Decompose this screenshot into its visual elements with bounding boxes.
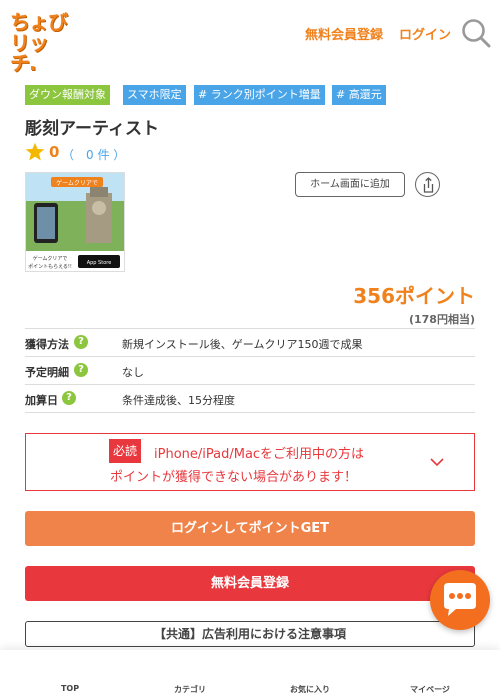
- info-label: 加算日: [25, 394, 58, 407]
- reward-points: 356ポイント (178円相当): [353, 280, 475, 327]
- nav-item-top[interactable]: TOP: [10, 650, 130, 700]
- artwork-banner: ゲームクリアで: [56, 179, 98, 187]
- logo-line-1: ちょび: [10, 10, 68, 34]
- artwork-caption-2: ポイントもらえる!!: [28, 263, 72, 270]
- app-thumbnail: ゲームクリアで ゲームクリアで ポイントもらえる!! App Store: [25, 172, 125, 272]
- info-label: 獲得方法: [25, 338, 69, 351]
- info-value: なし: [122, 366, 144, 379]
- header-login-link[interactable]: ログイン: [399, 24, 451, 43]
- notice-line-2: ポイントが獲得できない場合があります！: [110, 470, 358, 485]
- ad-usage-caution-button[interactable]: 【共通】広告利用における注意事項: [25, 621, 475, 647]
- tag-smartphone-only: スマホ限定: [123, 85, 186, 105]
- nav-item-favorites[interactable]: お気に入り: [250, 650, 370, 700]
- nav-label: TOP: [60, 684, 80, 693]
- add-to-home-button[interactable]: ホーム画面に追加: [295, 172, 405, 197]
- nav-label: お気に入り: [290, 685, 330, 694]
- site-header: ちょび リッチ. 無料会員登録 ログイン: [0, 0, 500, 73]
- info-row-acquisition: 獲得方法 ? 新規インストール後、ゲームクリア150週で成果: [25, 329, 475, 357]
- register-button[interactable]: 無料会員登録: [25, 566, 475, 601]
- notice-line-1: iPhone/iPad/Macをご利用中の方は: [154, 447, 365, 462]
- app-store-badge: App Store: [87, 260, 112, 266]
- nav-item-mypage[interactable]: マイページ: [370, 650, 490, 700]
- nav-item-category[interactable]: カテゴリ: [130, 650, 250, 700]
- chat-bubble-icon: [444, 583, 476, 616]
- nav-label: マイページ: [410, 685, 450, 694]
- artwork-caption-1: ゲームクリアで: [33, 255, 68, 262]
- review-count-link[interactable]: （ 0 件 ）: [62, 146, 125, 163]
- login-get-points-button[interactable]: ログインしてポイントGET: [25, 511, 475, 546]
- chat-support-button[interactable]: [430, 570, 490, 630]
- offer-info-table: 獲得方法 ? 新規インストール後、ゲームクリア150週で成果 予定明細 ? なし…: [25, 328, 475, 413]
- logo-line-2: リッチ.: [10, 31, 49, 75]
- info-row-credit-date: 加算日 ? 条件達成後、15分程度: [25, 385, 475, 413]
- help-icon[interactable]: ?: [62, 391, 76, 405]
- points-value: 356ポイント: [353, 284, 475, 308]
- nav-label: カテゴリ: [174, 685, 206, 694]
- must-read-notice[interactable]: 必読 iPhone/iPad/Macをご利用中の方は ポイントが獲得できない場合…: [25, 433, 475, 491]
- tag-high-return[interactable]: # 高還元: [332, 85, 386, 105]
- chevron-down-icon: [430, 458, 444, 467]
- help-icon[interactable]: ?: [74, 363, 88, 377]
- app-artwork: ゲームクリアで ゲームクリアで ポイントもらえる!! App Store: [26, 173, 124, 271]
- bottom-navigation: TOP カテゴリ お気に入り マイページ: [0, 650, 500, 700]
- tag-download-reward: ダウン報酬対象: [25, 85, 110, 105]
- site-logo[interactable]: ちょび リッチ.: [10, 10, 70, 73]
- info-row-statement: 予定明細 ? なし: [25, 357, 475, 385]
- rating-score: 0: [49, 143, 60, 161]
- header-register-link[interactable]: 無料会員登録: [305, 24, 383, 43]
- tag-rank-bonus[interactable]: # ランク別ポイント増量: [194, 85, 325, 105]
- help-icon[interactable]: ?: [74, 335, 88, 349]
- star-icon: [25, 142, 45, 161]
- info-value: 新規インストール後、ゲームクリア150週で成果: [122, 338, 363, 351]
- info-label: 予定明細: [25, 366, 69, 379]
- must-read-badge: 必読: [109, 439, 142, 463]
- search-icon[interactable]: [461, 18, 491, 48]
- offer-title: 彫刻アーティスト: [25, 119, 159, 139]
- points-yen-equivalent: (178円相当): [408, 313, 475, 326]
- share-icon[interactable]: [415, 172, 440, 197]
- info-value: 条件達成後、15分程度: [122, 394, 235, 407]
